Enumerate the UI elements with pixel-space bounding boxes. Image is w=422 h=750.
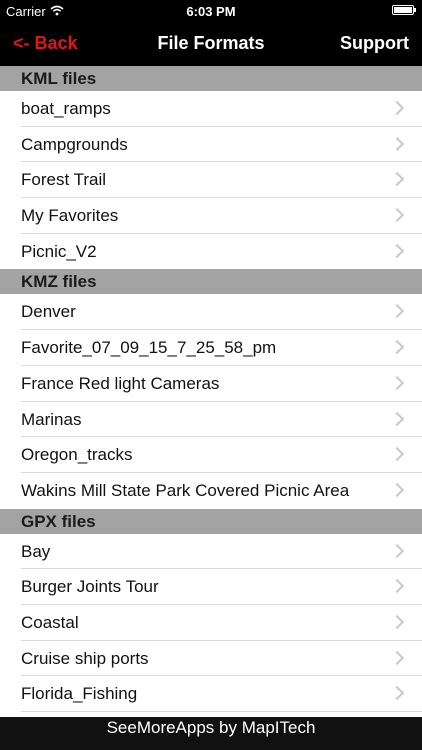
list-item-label: Oregon_tracks [21,445,133,465]
chevron-right-icon [389,136,405,151]
list-item-label: Cruise ship ports [21,648,149,668]
list-item[interactable]: Cruise ship ports [0,640,422,677]
list-item[interactable]: My Favorites [0,198,422,234]
list-item[interactable]: Forest Trail [0,162,422,199]
list-item[interactable]: France Red light Cameras [0,365,422,402]
section-header-kml: KML files [0,66,422,91]
list-item-label: Burger Joints Tour [21,577,159,597]
chevron-right-icon [389,304,405,319]
list-item[interactable]: Oregon_tracks [0,437,422,473]
chevron-right-icon [389,543,405,558]
list-item-label: Bay [21,541,51,561]
chevron-right-icon [389,614,405,630]
list-item-label: Coastal [21,612,79,632]
list-item-label: Campgrounds [21,134,128,154]
chevron-right-icon [389,207,405,223]
list-item[interactable]: Coastal [0,604,422,641]
list-item-label: Marinas [21,409,82,429]
chevron-right-icon [389,482,405,497]
list-item[interactable]: Burger Joints Tour [0,569,422,605]
chevron-right-icon [389,411,405,426]
list-item-label: Wakins Mill State Park Covered Picnic Ar… [21,480,350,500]
list-item-label: Forest Trail [21,170,107,190]
list-item-label: Favorite_07_09_15_7_25_58_pm [21,338,277,358]
list-item-label: France Red light Cameras [21,373,220,393]
list-item[interactable]: Picnic_V2 [0,233,422,270]
list-item[interactable]: Favorite_07_09_15_7_25_58_pm [0,330,422,366]
chevron-right-icon [389,579,405,594]
list-item-label: boat_ramps [21,99,111,118]
footer-label: SeeMoreApps by MapITech [106,718,316,737]
section-header-kmz: KMZ files [0,269,422,295]
chevron-right-icon [389,243,405,258]
battery-icon [392,5,416,15]
status-time: 6:03 PM [186,4,236,19]
chevron-right-icon [389,447,405,462]
list-item[interactable]: boat_ramps [0,91,422,127]
list-item[interactable]: Wakins Mill State Park Covered Picnic Ar… [0,472,422,509]
navigation-bar: <- Back File Formats Support [0,22,422,66]
chevron-right-icon [389,686,405,701]
list-item-label: My Favorites [21,206,119,226]
list-item[interactable]: Campgrounds [0,126,422,163]
file-list[interactable]: KML files boat_ramps Campgrounds Forest … [0,66,422,717]
list-item[interactable]: Bay [0,533,422,570]
list-item-label: Picnic_V2 [21,241,97,261]
support-button[interactable]: Support [340,33,409,54]
chevron-right-icon [389,172,405,187]
footer-banner[interactable]: SeeMoreApps by MapITech [0,717,422,750]
list-item-label: Denver [21,302,76,322]
section-header-gpx: GPX files [0,508,422,534]
chevron-right-icon [389,340,405,355]
status-bar: Carrier 6:03 PM [0,0,422,22]
chevron-right-icon [389,650,405,665]
list-item[interactable]: Marinas [0,401,422,438]
list-item[interactable]: Denver [0,294,422,331]
chevron-right-icon [389,375,405,390]
chevron-right-icon [389,100,405,116]
list-item[interactable]: Florida_Fishing [0,676,422,712]
list-item-label: Florida_Fishing [21,684,138,704]
